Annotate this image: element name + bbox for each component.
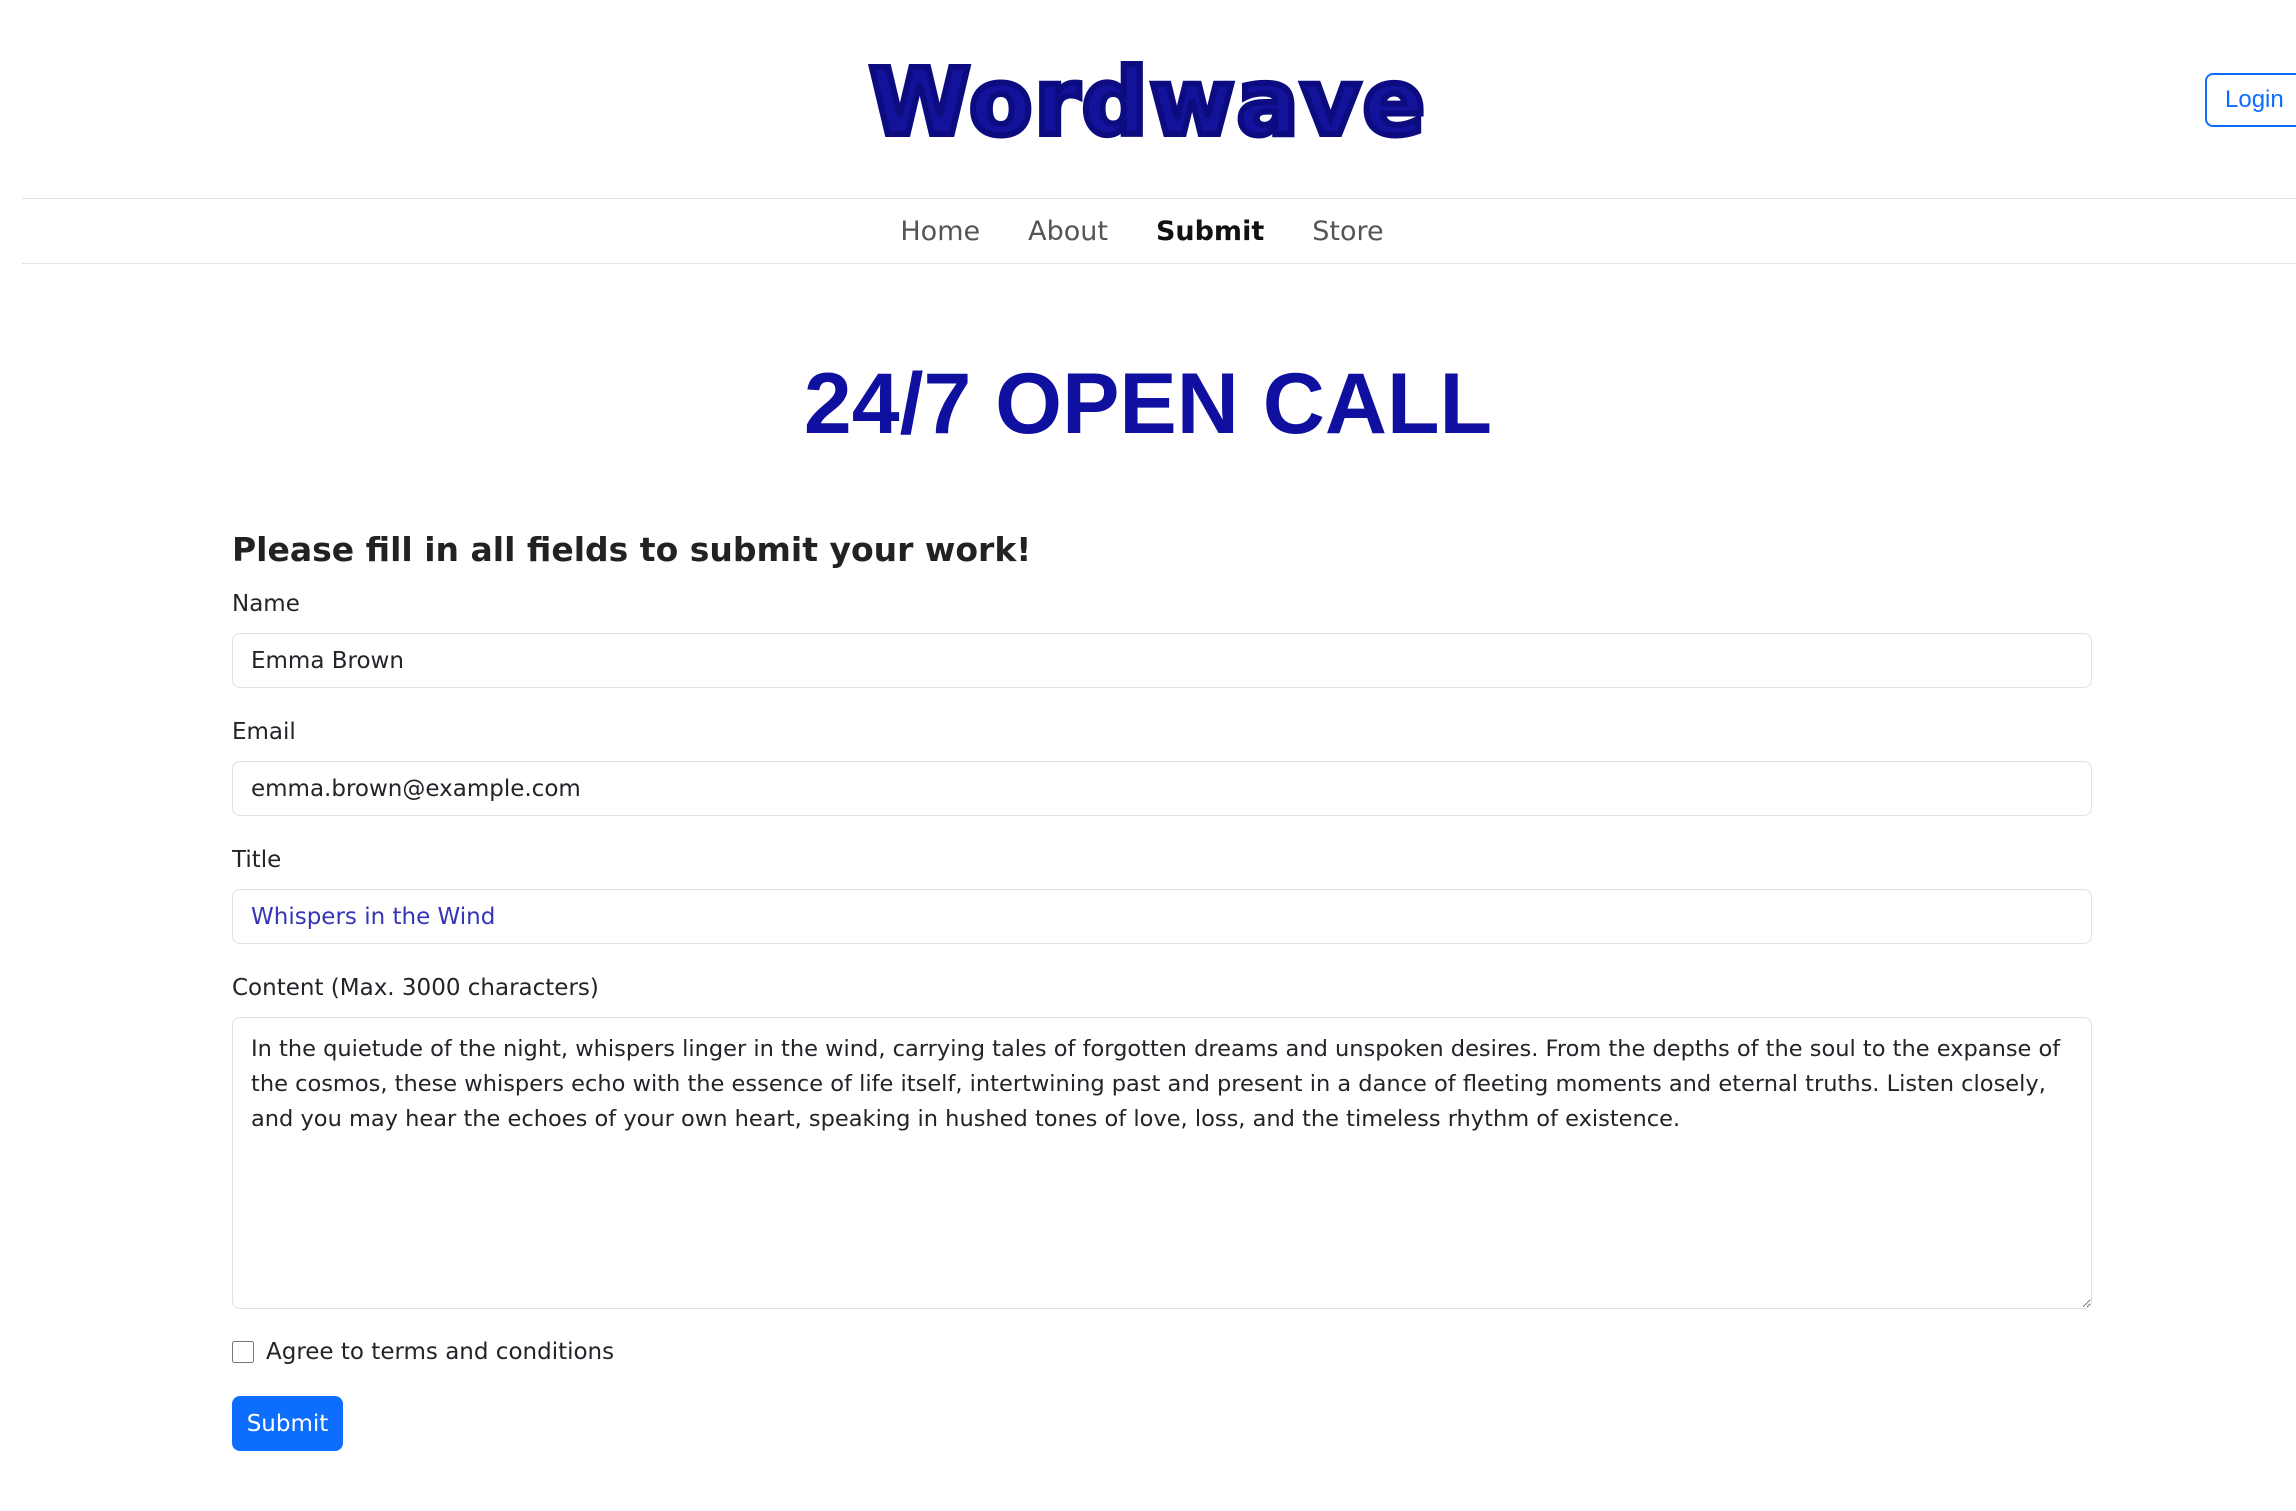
terms-label[interactable]: Agree to terms and conditions: [266, 1339, 614, 1365]
terms-checkbox[interactable]: [232, 1341, 254, 1363]
title-input[interactable]: [232, 889, 2092, 944]
terms-row: Agree to terms and conditions: [232, 1335, 2092, 1369]
name-input[interactable]: [232, 633, 2092, 688]
submission-form: Please fill in all fields to submit your…: [232, 520, 2092, 1451]
nav-item-home[interactable]: Home: [876, 216, 1004, 247]
nav-item-about[interactable]: About: [1004, 216, 1132, 247]
form-heading: Please fill in all fields to submit your…: [232, 530, 1032, 569]
site-logo[interactable]: Wordwave: [0, 38, 2296, 168]
nav-item-store[interactable]: Store: [1288, 216, 1407, 247]
content-label: Content (Max. 3000 characters): [232, 975, 599, 1001]
site-header: Wordwave Login: [0, 0, 2296, 198]
page-title: 24/7 OPEN CALL: [803, 356, 1493, 452]
name-label: Name: [232, 591, 300, 617]
content-textarea[interactable]: In the quietude of the night, whispers l…: [232, 1017, 2092, 1309]
email-label: Email: [232, 719, 296, 745]
submit-button[interactable]: Submit: [232, 1396, 343, 1451]
nav-list: Home About Submit Store: [876, 216, 1407, 247]
main-nav: Home About Submit Store: [22, 198, 2296, 264]
nav-item-submit[interactable]: Submit: [1132, 216, 1288, 247]
email-input[interactable]: [232, 761, 2092, 816]
login-button[interactable]: Login: [2205, 73, 2296, 127]
title-label: Title: [232, 847, 282, 873]
